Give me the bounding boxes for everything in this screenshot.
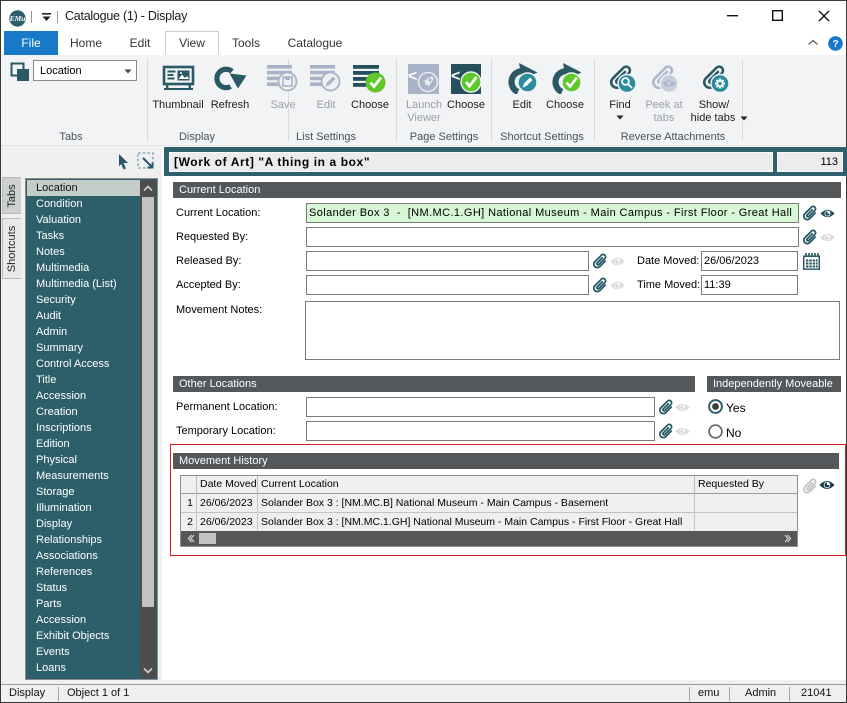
svg-text:?: ? (832, 39, 838, 50)
svg-text:<: < (408, 68, 417, 85)
svg-text:EMu: EMu (9, 14, 25, 23)
svg-text:<: < (451, 68, 460, 85)
